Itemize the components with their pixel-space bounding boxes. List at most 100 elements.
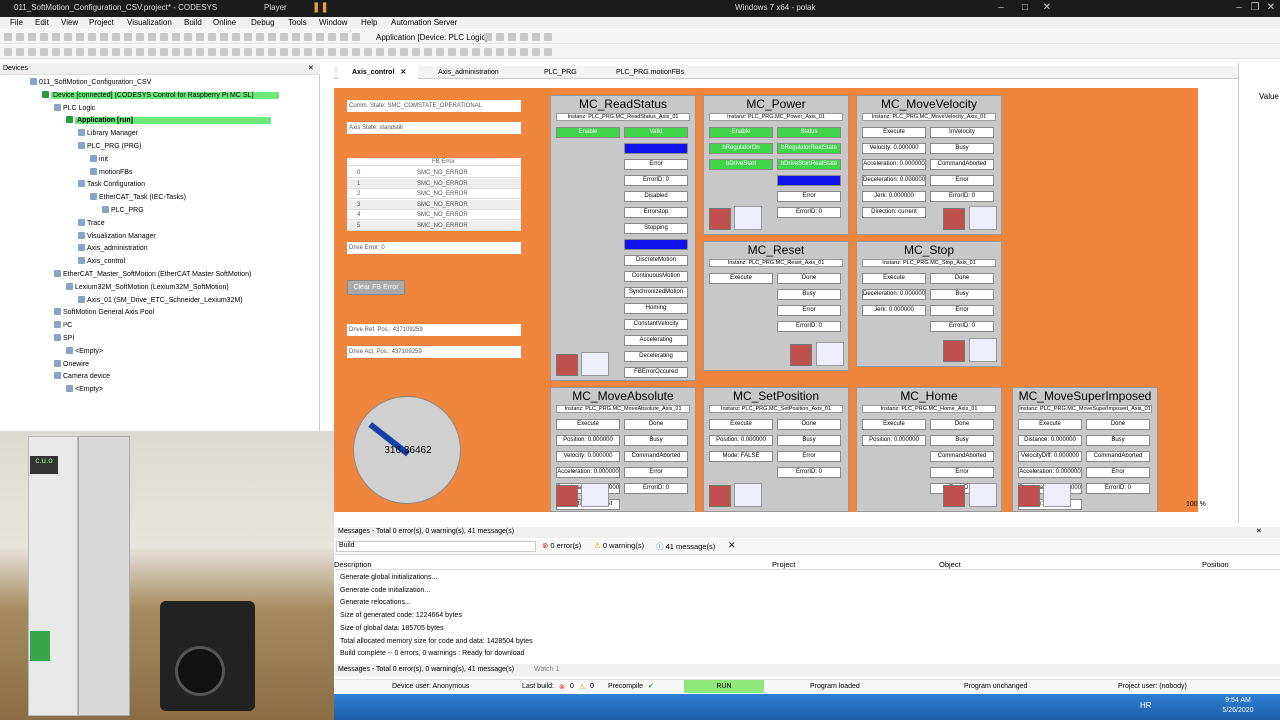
toolbar-icon[interactable] — [412, 48, 420, 56]
fb-pin[interactable]: Jerk: 0.000000 — [862, 191, 926, 202]
toolbar-icon[interactable] — [148, 33, 156, 41]
message-row[interactable]: Size of global data: 185705 bytes — [340, 625, 444, 632]
toolbar-icon[interactable] — [100, 33, 108, 41]
toolbar-icon[interactable] — [352, 33, 360, 41]
toolbar-icon[interactable] — [484, 33, 492, 41]
toolbar-icon[interactable] — [340, 33, 348, 41]
toolbar-icon[interactable] — [364, 48, 372, 56]
message-row[interactable]: Build complete -- 0 errors, 0 warnings :… — [340, 650, 524, 657]
tree-item[interactable]: SPI — [54, 334, 74, 342]
menu-file[interactable]: File — [10, 18, 23, 27]
fb-pin[interactable]: Position: 0.000000 — [709, 435, 773, 446]
toolbar-icon[interactable] — [436, 48, 444, 56]
toolbar-icon[interactable] — [496, 33, 504, 41]
tab-motionfbs[interactable]: PLC_PRG.motionFBs — [602, 66, 702, 79]
tree-item[interactable]: PLC_PRG — [102, 206, 144, 214]
toolbar-icon[interactable] — [208, 33, 216, 41]
fb-pin[interactable]: Enable — [556, 127, 620, 138]
toolbar-icon[interactable] — [136, 33, 144, 41]
errors-filter[interactable]: ⊗ 0 error(s) — [542, 541, 581, 550]
toolbar-icon[interactable] — [172, 33, 180, 41]
toolbar-icon[interactable] — [544, 48, 552, 56]
maximize-icon[interactable]: □ — [1018, 2, 1032, 14]
tree-item[interactable]: SoftMotion General Axis Pool — [54, 308, 154, 316]
close-icon[interactable]: ✕ — [1040, 2, 1054, 14]
tree-item[interactable]: Camera device — [54, 372, 110, 380]
toolbar-icon[interactable] — [16, 48, 24, 56]
toolbar-icon[interactable] — [28, 48, 36, 56]
toolbar-icon[interactable] — [256, 48, 264, 56]
toolbar-icon[interactable] — [40, 33, 48, 41]
fb-pin[interactable]: Velocity: 0.000000 — [556, 451, 620, 462]
fb-pin[interactable]: VelocityDiff: 0.000000 — [1018, 451, 1082, 462]
tree-item[interactable]: Lexium32M_SoftMotion (Lexium32M_SoftMoti… — [66, 282, 229, 291]
fb-pin[interactable]: Deceleration: 0.000000 — [862, 289, 926, 300]
toolbar-icon[interactable] — [508, 33, 516, 41]
toolbar-icon[interactable] — [76, 48, 84, 56]
toolbar-icon[interactable] — [160, 33, 168, 41]
message-filter[interactable]: Build — [336, 541, 536, 552]
fb-pin[interactable]: bRegulatorOn — [709, 143, 773, 154]
toolbar-icon[interactable] — [316, 33, 324, 41]
toolbar-icon[interactable] — [40, 48, 48, 56]
clock-time[interactable]: 9:54 AM — [1218, 697, 1258, 704]
restore-icon[interactable]: ❐ — [1248, 2, 1262, 14]
language-indicator[interactable]: HR — [1140, 701, 1152, 710]
fb-pin[interactable]: Distance: 0.000000 — [1018, 435, 1082, 446]
toolbar-icon[interactable] — [148, 48, 156, 56]
toolbar-icon[interactable] — [184, 33, 192, 41]
tree-item[interactable]: <Empty> — [66, 385, 103, 393]
clock-date[interactable]: 5/26/2020 — [1214, 707, 1262, 714]
minimize-icon[interactable]: – — [1232, 2, 1246, 14]
toolbar-icon[interactable] — [184, 48, 192, 56]
toolbar-icon[interactable] — [220, 48, 228, 56]
menu-tools[interactable]: Tools — [288, 18, 307, 27]
tree-item[interactable]: Device [connected] (CODESYS Control for … — [42, 90, 279, 99]
toolbar-icon[interactable] — [4, 48, 12, 56]
tree-item[interactable]: EtherCAT_Task (IEC-Tasks) — [90, 193, 186, 201]
toolbar-icon[interactable] — [532, 48, 540, 56]
fb-pin[interactable]: Acceleration: 0.000000 — [556, 467, 620, 478]
fb-pin[interactable]: Execute — [862, 419, 926, 430]
toolbar-icon[interactable] — [424, 48, 432, 56]
menu-debug[interactable]: Debug — [251, 18, 275, 27]
fb-pin[interactable]: Acceleration: 0.000000 — [862, 159, 926, 170]
warnings-filter[interactable]: ⚠ 0 warning(s) — [594, 541, 644, 550]
pause-icon[interactable]: ❚❚ — [312, 2, 329, 13]
message-row[interactable]: Size of generated code: 1224664 bytes — [340, 612, 462, 619]
toolbar-icon[interactable] — [64, 33, 72, 41]
menu-view[interactable]: View — [61, 18, 78, 27]
toolbar-icon[interactable] — [256, 33, 264, 41]
toolbar-icon[interactable] — [400, 48, 408, 56]
close-icon[interactable]: ✕ — [1256, 527, 1262, 535]
toolbar-icon[interactable] — [88, 48, 96, 56]
menu-help[interactable]: Help — [361, 18, 377, 27]
tree-item[interactable]: 011_SoftMotion_Configuration_CSV — [30, 78, 151, 86]
messages-filter[interactable]: ⓘ 41 message(s) — [656, 541, 715, 552]
toolbar-icon[interactable] — [472, 48, 480, 56]
message-row[interactable]: Generate global initializations... — [340, 574, 437, 581]
toolbar-icon[interactable] — [292, 33, 300, 41]
toolbar-icon[interactable] — [268, 48, 276, 56]
tree-item[interactable]: Task Configuration — [78, 180, 145, 188]
toolbar-icon[interactable] — [64, 48, 72, 56]
toolbar-icon[interactable] — [124, 48, 132, 56]
fb-pin[interactable]: Deceleration: 0.000000 — [862, 175, 926, 186]
toolbar-icon[interactable] — [208, 48, 216, 56]
toolbar-icon[interactable] — [328, 48, 336, 56]
toolbar-icon[interactable] — [16, 33, 24, 41]
toolbar-icon[interactable] — [112, 48, 120, 56]
app-selector[interactable]: Application [Device: PLC Logic] — [376, 33, 488, 42]
tree-item[interactable]: Onewire — [54, 359, 89, 368]
toolbar-icon[interactable] — [172, 48, 180, 56]
toolbar-icon[interactable] — [520, 33, 528, 41]
toolbar-icon[interactable] — [244, 48, 252, 56]
tree-item[interactable]: Trace — [78, 218, 105, 227]
menu-window[interactable]: Window — [319, 18, 347, 27]
tree-item[interactable]: PLC_PRG (PRG) — [78, 142, 141, 150]
toolbar-icon[interactable] — [532, 33, 540, 41]
toolbar-icon[interactable] — [484, 48, 492, 56]
toolbar-icon[interactable] — [88, 33, 96, 41]
toolbar-icon[interactable] — [388, 48, 396, 56]
toolbar-icon[interactable] — [28, 33, 36, 41]
